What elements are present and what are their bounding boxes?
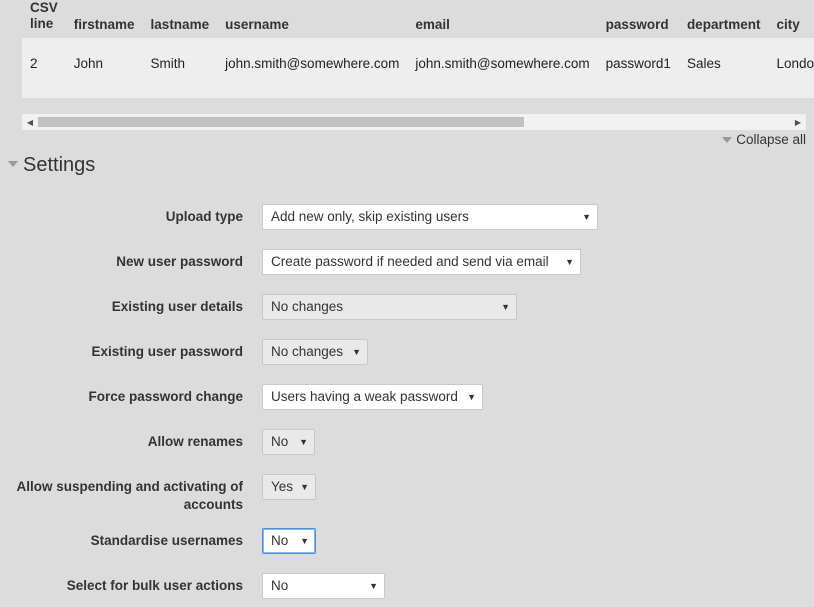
col-header-csv-line: CSV line [30, 0, 58, 31]
new-user-password-label: New user password [116, 254, 243, 269]
dropdown-arrow-icon: ▼ [300, 536, 309, 546]
force-password-change-label: Force password change [88, 389, 243, 404]
dropdown-arrow-icon: ▼ [352, 347, 361, 357]
col-header-department: department [686, 17, 761, 32]
cell-firstname: John [65, 38, 143, 98]
existing-user-password-select[interactable]: No changes ▼ [262, 339, 368, 365]
dropdown-arrow-icon: ▼ [501, 302, 510, 312]
col-header-password: password [605, 17, 669, 32]
cell-lastname: Smith [142, 38, 218, 98]
col-header-city: city [776, 17, 800, 32]
existing-user-details-select[interactable]: No changes ▼ [262, 294, 517, 320]
settings-section-header[interactable]: Settings [8, 154, 95, 177]
bulk-user-actions-label: Select for bulk user actions [66, 578, 243, 593]
col-header-firstname: firstname [73, 17, 135, 32]
collapse-triangle-icon [722, 137, 733, 144]
new-user-password-value: Create password if needed and send via e… [271, 254, 549, 269]
table-row: 2 John Smith john.smith@somewhere.com jo… [22, 38, 814, 98]
force-password-change-select[interactable]: Users having a weak password ▼ [262, 384, 483, 410]
table-header-row: CSV line firstname lastname username ema… [22, 0, 814, 38]
settings-title: Settings [23, 154, 96, 176]
existing-user-details-label: Existing user details [111, 299, 243, 314]
dropdown-arrow-icon: ▼ [300, 482, 309, 492]
upload-type-select[interactable]: Add new only, skip existing users ▼ [262, 204, 598, 230]
cell-city: London [768, 38, 814, 98]
existing-user-password-value: No changes [271, 344, 344, 359]
dropdown-arrow-icon: ▼ [582, 212, 591, 222]
upload-type-label: Upload type [165, 209, 243, 224]
cell-password: password1 [597, 38, 679, 98]
bulk-user-actions-value: No [271, 578, 289, 593]
scroll-right-icon[interactable]: ▶ [790, 114, 806, 130]
dropdown-arrow-icon: ▼ [565, 257, 574, 267]
allow-renames-select[interactable]: No ▼ [262, 429, 315, 455]
collapse-all-label: Collapse all [736, 132, 806, 147]
new-user-password-select[interactable]: Create password if needed and send via e… [262, 249, 581, 275]
allow-renames-value: No [271, 434, 289, 449]
collapse-all-link[interactable]: Collapse all [722, 132, 806, 147]
allow-suspending-value: Yes [271, 479, 294, 494]
cell-csv-line: 2 [22, 38, 66, 98]
cell-email: john.smith@somewhere.com [407, 38, 598, 98]
col-header-username: username [225, 17, 289, 32]
cell-username: john.smith@somewhere.com [217, 38, 408, 98]
existing-user-password-label: Existing user password [91, 344, 243, 359]
section-collapse-triangle-icon [8, 160, 18, 167]
allow-suspending-select[interactable]: Yes ▼ [262, 474, 316, 500]
csv-preview-table-container: CSV line firstname lastname username ema… [22, 0, 814, 98]
dropdown-arrow-icon: ▼ [467, 392, 476, 402]
allow-renames-label: Allow renames [147, 434, 243, 449]
standardise-usernames-label: Standardise usernames [90, 533, 243, 548]
bulk-user-actions-select[interactable]: No ▼ [262, 573, 385, 599]
upload-type-value: Add new only, skip existing users [271, 209, 469, 224]
dropdown-arrow-icon: ▼ [369, 581, 378, 591]
force-password-change-value: Users having a weak password [271, 389, 458, 404]
col-header-lastname: lastname [150, 17, 210, 32]
standardise-usernames-value: No [271, 533, 289, 548]
dropdown-arrow-icon: ▼ [299, 437, 308, 447]
csv-preview-table: CSV line firstname lastname username ema… [22, 0, 814, 98]
scrollbar-thumb[interactable] [38, 117, 524, 127]
allow-suspending-label: Allow suspending and activating of accou… [16, 479, 243, 512]
scroll-left-icon[interactable]: ◀ [22, 114, 38, 130]
existing-user-details-value: No changes [271, 299, 344, 314]
standardise-usernames-select[interactable]: No ▼ [262, 528, 316, 554]
cell-department: Sales [678, 38, 769, 98]
horizontal-scrollbar[interactable]: ◀ ▶ [22, 114, 806, 130]
col-header-email: email [415, 17, 450, 32]
